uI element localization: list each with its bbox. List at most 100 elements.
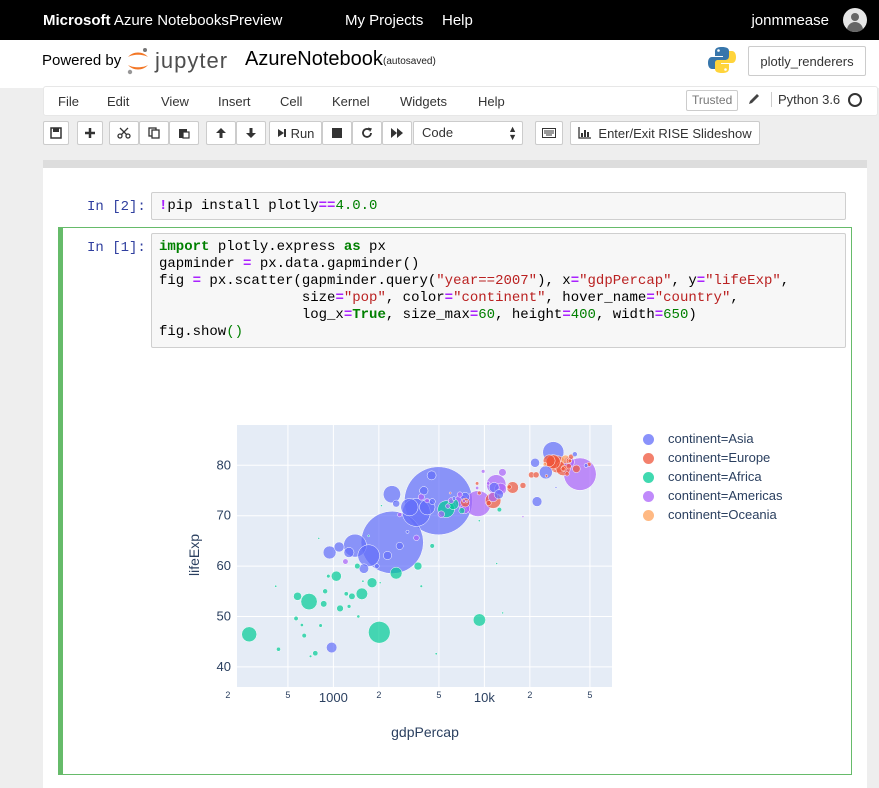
scatter-point bbox=[354, 563, 361, 570]
code-input-1[interactable]: !pip install plotly==4.0.0 bbox=[151, 192, 846, 220]
jupyter-logo-icon bbox=[127, 48, 148, 75]
notebook-name[interactable]: AzureNotebook bbox=[245, 48, 383, 71]
x-tick-label: 5 bbox=[285, 690, 290, 700]
menu-edit[interactable]: Edit bbox=[107, 94, 129, 109]
scatter-point bbox=[554, 486, 558, 489]
scatter-point bbox=[322, 588, 328, 594]
scatter-point bbox=[331, 570, 342, 582]
scatter-point bbox=[300, 593, 318, 611]
scatter-point bbox=[426, 470, 437, 481]
menu-cell[interactable]: Cell bbox=[280, 94, 302, 109]
legend-entry-label[interactable]: continent=Africa bbox=[668, 469, 762, 484]
powered-by-label: Powered by bbox=[42, 52, 122, 69]
legend-entry-label[interactable]: continent=Americas bbox=[668, 488, 783, 503]
cell-type-select[interactable]: Code ▲ ▼ bbox=[413, 121, 523, 145]
legend-marker[interactable] bbox=[643, 453, 654, 464]
code-token: = bbox=[562, 307, 571, 323]
paste-button[interactable] bbox=[169, 121, 199, 145]
scatter-point bbox=[437, 510, 445, 518]
code-token: () bbox=[226, 324, 244, 340]
code-token: px.data.gapminder() bbox=[251, 256, 420, 272]
move-down-button[interactable] bbox=[236, 121, 266, 145]
legend-marker[interactable] bbox=[643, 491, 654, 502]
legend-entry-label[interactable]: continent=Europe bbox=[668, 450, 770, 465]
insert-cell-button[interactable] bbox=[77, 121, 103, 145]
command-palette-button[interactable] bbox=[535, 121, 563, 145]
legend-entry-label[interactable]: continent=Oceania bbox=[668, 507, 777, 522]
scatter-point bbox=[348, 592, 356, 600]
legend-marker[interactable] bbox=[643, 510, 654, 521]
interrupt-button[interactable] bbox=[322, 121, 352, 145]
code-token: , size_max bbox=[385, 307, 470, 323]
bar-chart-icon bbox=[578, 127, 592, 139]
scatter-point bbox=[477, 519, 481, 523]
code-token: fig bbox=[159, 273, 193, 289]
menu-kernel[interactable]: Kernel bbox=[332, 94, 370, 109]
code-token: , bbox=[780, 273, 790, 289]
copy-button[interactable] bbox=[139, 121, 169, 145]
code-token: size bbox=[159, 290, 336, 306]
help-link[interactable]: Help bbox=[442, 12, 473, 29]
username[interactable]: jonmmease bbox=[751, 12, 829, 29]
scatter-point bbox=[318, 623, 323, 628]
scatter-point bbox=[462, 499, 466, 503]
x-tick-label: 2 bbox=[376, 690, 381, 700]
scatter-point bbox=[346, 604, 352, 609]
scatter-point bbox=[495, 562, 498, 565]
code-token: , color bbox=[385, 290, 445, 306]
menu-view[interactable]: View bbox=[161, 94, 189, 109]
scatter-point bbox=[276, 646, 281, 652]
menu-widgets[interactable]: Widgets bbox=[400, 94, 447, 109]
run-button[interactable]: Run bbox=[269, 121, 322, 145]
legend-marker[interactable] bbox=[643, 434, 654, 445]
scatter-point bbox=[366, 577, 378, 588]
pencil-icon[interactable] bbox=[747, 92, 761, 106]
y-tick-label: 60 bbox=[217, 558, 231, 573]
scatter-point bbox=[460, 497, 470, 508]
kernel-indicator: Python 3.6 bbox=[771, 92, 840, 107]
scatter-point bbox=[475, 486, 480, 490]
x-tick-label: 2 bbox=[225, 690, 230, 700]
preview-label: Preview bbox=[229, 12, 283, 29]
move-up-button[interactable] bbox=[206, 121, 236, 145]
x-axis-label: gdpPercap bbox=[391, 724, 459, 740]
scatter-point bbox=[293, 591, 302, 601]
trusted-indicator[interactable]: Trusted bbox=[686, 90, 739, 111]
scissors-icon bbox=[117, 127, 131, 139]
code-token: , bbox=[730, 290, 739, 306]
select-arrows-icon: ▲ ▼ bbox=[508, 124, 517, 142]
code-token: 650 bbox=[663, 307, 689, 323]
scatter-point bbox=[395, 542, 404, 550]
step-forward-icon bbox=[277, 129, 286, 137]
kernel-name-button[interactable]: plotly_renderers bbox=[748, 46, 866, 76]
menu-insert[interactable]: Insert bbox=[218, 94, 251, 109]
avatar-icon[interactable] bbox=[843, 8, 867, 32]
scatter-point bbox=[583, 463, 589, 468]
scatter-point bbox=[361, 579, 365, 583]
menu-help[interactable]: Help bbox=[478, 94, 505, 109]
code-line: log_x=True, size_max=60, height=400, wid… bbox=[159, 307, 838, 324]
legend-marker[interactable] bbox=[643, 472, 654, 483]
rise-slideshow-button[interactable]: Enter/Exit RISE Slideshow bbox=[570, 121, 760, 145]
scatter-point bbox=[564, 471, 570, 477]
code-token: = bbox=[444, 290, 454, 306]
code-token: = bbox=[192, 273, 202, 289]
save-button[interactable] bbox=[43, 121, 69, 145]
paste-icon bbox=[179, 129, 190, 139]
menu-file[interactable]: File bbox=[58, 94, 79, 109]
cut-button[interactable] bbox=[109, 121, 139, 145]
scatter-point bbox=[367, 534, 370, 538]
legend-entry-label[interactable]: continent=Asia bbox=[668, 431, 754, 446]
restart-run-all-button[interactable] bbox=[382, 121, 412, 145]
restart-button[interactable] bbox=[352, 121, 382, 145]
my-projects-link[interactable]: My Projects bbox=[345, 12, 423, 29]
code-token: "country" bbox=[654, 290, 731, 306]
azure-brand[interactable]: Microsoft Azure Notebooks bbox=[43, 12, 229, 29]
scatter-point bbox=[312, 650, 319, 657]
scatter-point bbox=[477, 490, 482, 496]
save-icon bbox=[50, 127, 62, 139]
scatter-point bbox=[383, 551, 392, 560]
code-input-2[interactable]: import plotly.express as px gapminder = p… bbox=[151, 233, 846, 348]
scatter-point bbox=[451, 496, 457, 501]
scatter-point bbox=[368, 621, 391, 644]
